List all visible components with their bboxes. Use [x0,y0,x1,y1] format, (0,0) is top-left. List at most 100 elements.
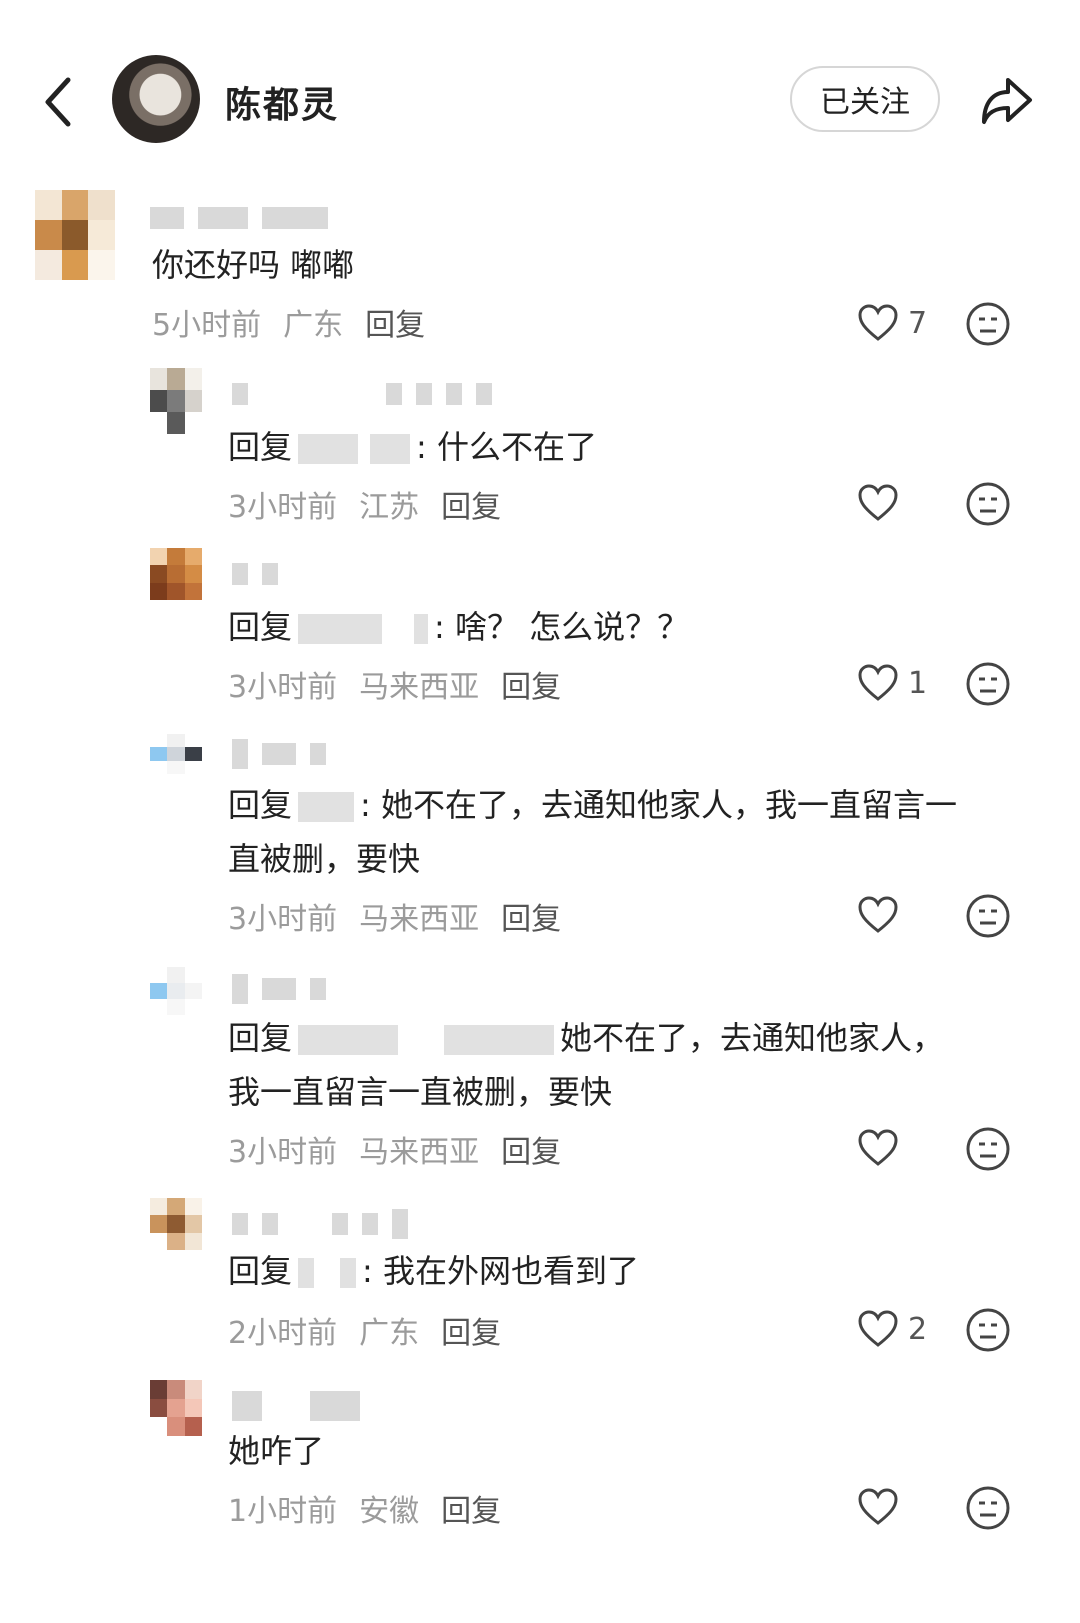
heart-icon [858,664,898,701]
reply-text: 她不在了，去通知他家人， [560,1019,945,1057]
reply-text: : 什么不在了 [416,428,597,466]
mentioned-user-blurred[interactable] [298,1025,399,1055]
mentioned-user-blurred[interactable] [444,1025,555,1055]
comment-meta: 3小时前 马来西亚 回复 [228,1127,561,1171]
commenter-avatar[interactable] [150,967,202,1015]
comment-text: 回复 : 我在外网也看到了 [228,1244,639,1298]
comment-meta: 3小时前 江苏 回复 [228,482,501,526]
like-button[interactable]: 2 [858,1304,978,1354]
mentioned-user-blurred[interactable] [340,1258,357,1288]
commenter-name-blurred[interactable] [232,556,278,592]
heart-icon [858,304,898,341]
commenter-name-blurred[interactable] [232,736,326,772]
dislike-face-icon[interactable] [964,300,1012,348]
dislike-face-icon[interactable] [964,1484,1012,1532]
like-count: 7 [908,305,928,341]
commenter-name-blurred[interactable] [232,376,492,412]
commenter-name-blurred[interactable] [232,1388,360,1424]
comment-location: 广东 [283,308,344,343]
reply-button[interactable]: 回复 [501,1127,561,1171]
comment-meta: 5小时前 广东 回复 [152,300,425,344]
like-button[interactable] [858,478,978,528]
dislike-face-icon[interactable] [964,892,1012,940]
like-count: 1 [908,665,928,701]
reply-text: : 我在外网也看到了 [362,1252,639,1290]
commenter-name-blurred[interactable] [232,1206,408,1242]
comment-meta: 3小时前 马来西亚 回复 [228,662,561,706]
commenter-avatar[interactable] [35,190,115,280]
dislike-face-icon[interactable] [964,480,1012,528]
dislike-face-icon[interactable] [964,1125,1012,1173]
commenter-avatar[interactable] [150,734,202,774]
reply-prefix: 回复 [228,1252,293,1290]
share-icon[interactable] [978,70,1038,130]
reply-button[interactable]: 回复 [501,662,561,706]
comment-text: 她咋了 [228,1432,325,1470]
commenter-avatar[interactable] [150,368,202,434]
mentioned-user-blurred[interactable] [298,434,359,464]
commenter-name-blurred[interactable] [232,971,326,1007]
comment-text: 你还好吗 嘟嘟 [152,246,355,284]
commenter-name-blurred[interactable] [150,200,328,236]
comment-location: 马来西亚 [359,902,480,937]
like-button[interactable] [858,1482,978,1532]
heart-icon [858,1488,898,1525]
reply-text-continued: 我一直留言一直被删，要快 [228,1073,613,1111]
dislike-face-icon[interactable] [964,1306,1012,1354]
comment-time: 3小时前 [228,490,338,525]
heart-icon [858,896,898,933]
comment-location: 马来西亚 [359,670,480,705]
dislike-face-icon[interactable] [964,660,1012,708]
reply-prefix: 回复 [228,608,293,646]
reply-text: : 她不在了，去通知他家人，我一直留言一 [360,786,957,824]
comment-time: 1小时前 [228,1494,338,1529]
reply-button[interactable]: 回复 [441,1308,501,1352]
mentioned-user-blurred[interactable] [298,792,355,822]
like-count: 2 [908,1311,928,1347]
reply-button[interactable]: 回复 [441,1486,501,1530]
comment-location: 江苏 [359,490,420,525]
mentioned-user-blurred[interactable] [298,1258,315,1288]
back-arrow-icon[interactable] [40,72,80,132]
comment-text: 回复 她不在了，去通知他家人， 我一直留言一直被删，要快 [228,1011,944,1119]
like-button[interactable]: 7 [858,298,978,348]
commenter-avatar[interactable] [150,1198,202,1250]
comment-meta: 1小时前 安徽 回复 [228,1486,501,1530]
comment-meta: 2小时前 广东 回复 [228,1308,501,1352]
reply-prefix: 回复 [228,428,293,466]
comment-location: 马来西亚 [359,1135,480,1170]
reply-prefix: 回复 [228,1019,293,1057]
heart-icon [858,1310,898,1347]
comment-time: 2小时前 [228,1316,338,1351]
like-button[interactable] [858,1123,978,1173]
like-button[interactable]: 1 [858,658,978,708]
comment-time: 5小时前 [152,308,262,343]
comment-time: 3小时前 [228,902,338,937]
user-avatar[interactable] [112,55,200,143]
comment-time: 3小时前 [228,670,338,705]
commenter-avatar[interactable] [150,548,202,600]
comment-location: 安徽 [359,1494,420,1529]
user-nickname[interactable]: 陈都灵 [225,76,339,128]
mentioned-user-blurred[interactable] [414,614,429,644]
comment-time: 3小时前 [228,1135,338,1170]
top-bar: 陈都灵 已关注 [0,0,1080,190]
reply-prefix: 回复 [228,786,293,824]
commenter-avatar[interactable] [150,1380,202,1436]
comment-text: 回复 : 她不在了，去通知他家人，我一直留言一 直被删，要快 [228,778,957,886]
reply-text: : 啥？ 怎么说？？ [434,608,690,646]
follow-button[interactable]: 已关注 [790,66,940,132]
comment-meta: 3小时前 马来西亚 回复 [228,894,561,938]
reply-button[interactable]: 回复 [365,300,425,344]
heart-icon [858,1129,898,1166]
reply-text-continued: 直被删，要快 [228,840,421,878]
comment-text: 回复 : 啥？ 怎么说？？ [228,600,689,654]
reply-button[interactable]: 回复 [501,894,561,938]
mentioned-user-blurred[interactable] [298,614,383,644]
heart-icon [858,484,898,521]
mentioned-user-blurred[interactable] [370,434,411,464]
comment-location: 广东 [359,1316,420,1351]
reply-button[interactable]: 回复 [441,482,501,526]
like-button[interactable] [858,890,978,940]
comment-text: 回复 : 什么不在了 [228,420,597,474]
